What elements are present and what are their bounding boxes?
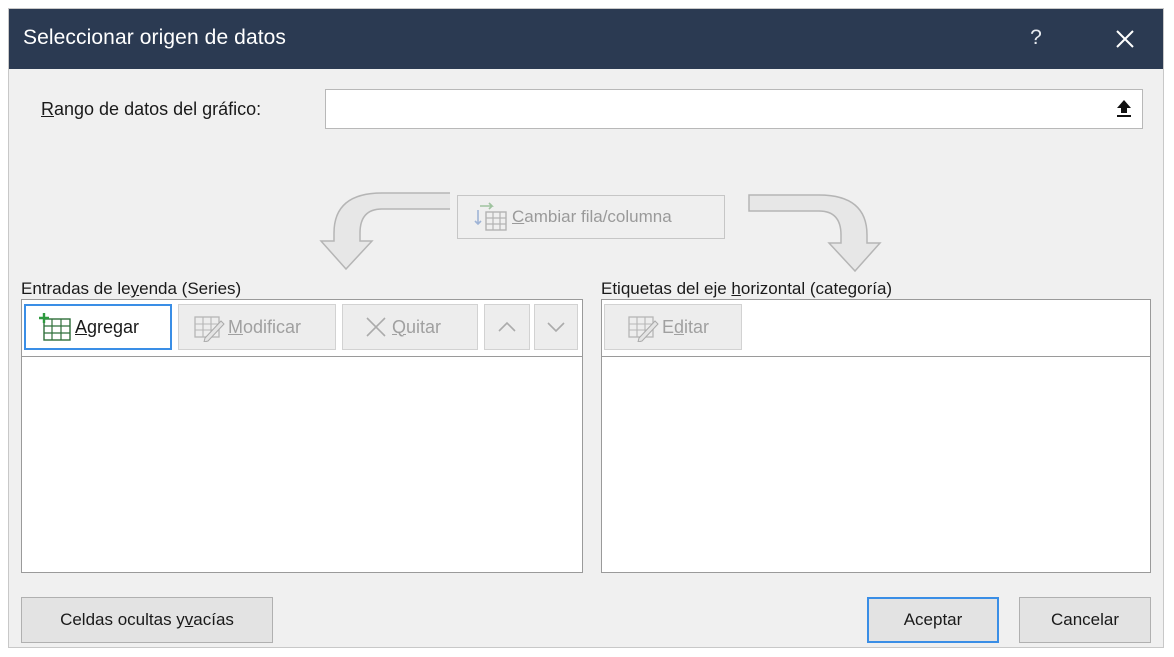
collapse-range-button[interactable] xyxy=(1111,93,1137,123)
remove-x-icon xyxy=(363,314,389,340)
switch-row-column-icon xyxy=(474,202,508,232)
add-table-icon xyxy=(38,312,72,342)
title-bar: Seleccionar origen de datos ? xyxy=(9,9,1163,69)
series-toolbar: Agregar Modificar Quitar xyxy=(22,300,582,357)
category-toolbar: Editar xyxy=(602,300,1150,357)
chevron-down-icon xyxy=(547,322,565,333)
chevron-up-icon xyxy=(498,321,516,332)
edit-table-icon xyxy=(191,312,225,342)
add-series-button[interactable]: Agregar xyxy=(24,304,172,350)
chart-data-range-input[interactable] xyxy=(325,89,1143,129)
cancel-button[interactable]: Cancelar xyxy=(1019,597,1151,643)
close-button[interactable] xyxy=(1107,23,1143,55)
horizontal-axis-labels-panel: Editar xyxy=(601,299,1151,573)
select-data-source-dialog: Seleccionar origen de datos ? Rango de d… xyxy=(8,8,1164,648)
category-list[interactable] xyxy=(602,357,1150,572)
legend-entries-label: Entradas de leyenda (Series) xyxy=(21,279,242,298)
horizontal-axis-labels-label: Etiquetas del eje horizontal (categoría) xyxy=(601,279,893,298)
edit-category-button[interactable]: Editar xyxy=(604,304,742,350)
edit-table-icon xyxy=(625,312,659,342)
dialog-title: Seleccionar origen de datos xyxy=(23,26,287,49)
ok-button[interactable]: Aceptar xyxy=(867,597,999,643)
close-icon xyxy=(1116,30,1134,48)
series-list[interactable] xyxy=(22,357,582,572)
switch-row-column-button[interactable]: Cambiar fila/columna xyxy=(457,195,725,239)
collapse-dialog-icon xyxy=(1117,100,1131,117)
help-button[interactable]: ? xyxy=(1021,23,1051,53)
hidden-empty-cells-button[interactable]: Celdas ocultas y v acías xyxy=(21,597,273,643)
edit-series-button[interactable]: Modificar xyxy=(178,304,336,350)
curved-arrow-left-icon xyxy=(319,192,450,271)
move-series-down-button[interactable] xyxy=(534,304,578,350)
chart-data-range-label: Rango de datos del gráfico: xyxy=(41,99,262,119)
curved-arrow-right-icon xyxy=(748,194,882,273)
legend-entries-panel: Agregar Modificar Quitar xyxy=(21,299,583,573)
move-series-up-button[interactable] xyxy=(484,304,530,350)
remove-series-button[interactable]: Quitar xyxy=(342,304,478,350)
